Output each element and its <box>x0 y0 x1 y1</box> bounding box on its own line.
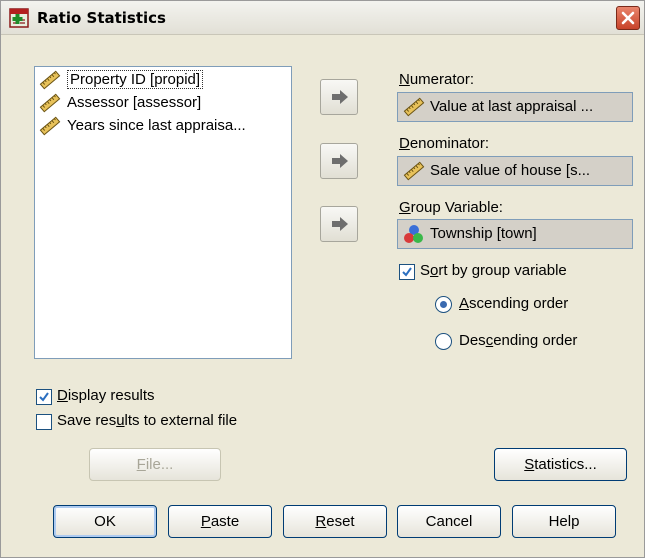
numerator-value: Value at last appraisal ... <box>430 98 594 115</box>
reset-button[interactable]: Reset <box>283 505 387 538</box>
nominal-icon <box>402 224 426 244</box>
ascending-order-radio[interactable] <box>435 296 452 313</box>
ruler-icon <box>39 116 61 136</box>
ruler-icon <box>402 161 426 181</box>
title-bar: Ratio Statistics <box>1 1 644 35</box>
display-results-checkbox[interactable] <box>36 389 52 405</box>
move-to-group-button[interactable] <box>320 206 358 242</box>
group-variable-label: Group Variable: <box>399 199 503 216</box>
save-results-checkbox[interactable] <box>36 414 52 430</box>
checkmark-icon <box>39 392 49 402</box>
ratio-statistics-dialog: Ratio Statistics Property ID [propid] As… <box>0 0 645 558</box>
help-button[interactable]: Help <box>512 505 616 538</box>
close-button[interactable] <box>616 6 640 30</box>
list-item[interactable]: Years since last appraisa... <box>37 115 289 137</box>
cancel-button[interactable]: Cancel <box>397 505 501 538</box>
paste-button[interactable]: Paste <box>168 505 272 538</box>
list-item[interactable]: Assessor [assessor] <box>37 92 289 114</box>
numerator-field[interactable]: Value at last appraisal ... <box>397 92 633 122</box>
descending-order-radio[interactable] <box>435 333 452 350</box>
arrow-right-icon <box>332 217 348 231</box>
move-to-numerator-button[interactable] <box>320 79 358 115</box>
list-item[interactable]: Property ID [propid] <box>37 69 289 91</box>
descending-order-label: Descending order <box>459 332 578 349</box>
ruler-icon <box>39 70 61 90</box>
arrow-right-icon <box>332 90 348 104</box>
ruler-icon <box>39 93 61 113</box>
file-button[interactable]: File... <box>89 448 221 481</box>
move-to-denominator-button[interactable] <box>320 143 358 179</box>
numerator-label: Numerator: <box>399 71 475 88</box>
denominator-value: Sale value of house [s... <box>430 162 591 179</box>
checkmark-icon <box>402 267 412 277</box>
variable-label: Assessor [assessor] <box>67 94 202 111</box>
arrow-right-icon <box>332 154 348 168</box>
ruler-icon <box>402 97 426 117</box>
ascending-order-label: Ascending order <box>459 295 569 312</box>
denominator-field[interactable]: Sale value of house [s... <box>397 156 633 186</box>
variable-label: Property ID [propid] <box>67 70 204 89</box>
dialog-title: Ratio Statistics <box>37 9 166 27</box>
radio-selected-dot <box>440 301 447 308</box>
display-results-label: Display results <box>57 387 155 404</box>
save-results-label: Save results to external file <box>57 412 238 429</box>
ok-button[interactable]: OK <box>53 505 157 538</box>
sort-by-group-checkbox[interactable] <box>399 264 415 280</box>
source-variable-list[interactable]: Property ID [propid] Assessor [assessor]… <box>34 66 292 359</box>
statistics-button[interactable]: Statistics... <box>494 448 627 481</box>
spss-app-icon <box>9 8 29 28</box>
sort-by-group-label: Sort by group variable <box>420 262 567 279</box>
close-icon <box>621 11 635 25</box>
group-variable-value: Township [town] <box>430 225 537 242</box>
variable-label: Years since last appraisa... <box>67 117 246 134</box>
denominator-label: Denominator: <box>399 135 490 152</box>
group-variable-field[interactable]: Township [town] <box>397 219 633 249</box>
